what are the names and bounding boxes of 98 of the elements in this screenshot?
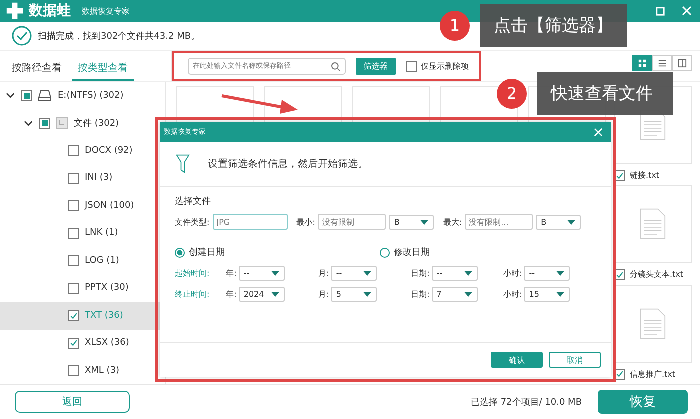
file-name: 链接.txt [630,170,660,181]
detail-view-button[interactable] [672,55,692,71]
tree-item[interactable]: XML (3) [85,366,120,376]
field-label: 年: [226,268,237,279]
app-logo: 数据蛙 [29,2,71,20]
close-icon[interactable] [594,128,603,136]
radio-label: 创建日期 [189,246,225,259]
caret-icon [420,220,430,224]
radio-button[interactable] [380,248,390,258]
chevron-icon[interactable] [24,118,33,128]
checkbox[interactable] [68,255,79,266]
tree-item[interactable]: INI (3) [85,173,113,184]
date-dropdown[interactable]: 5 [331,287,378,302]
maximize-icon[interactable] [656,6,665,16]
tree-item[interactable]: DOCX (92) [85,146,133,156]
checkbox[interactable] [68,338,79,349]
checkbox[interactable] [68,200,79,212]
document-icon [640,308,666,340]
scan-status: 扫描完成，找到302个文件共43.2 MB。 [38,30,200,42]
view-tab[interactable]: 按路径查看 [6,57,68,81]
funnel-icon [176,154,190,174]
tree-item[interactable]: 文件 (302) [74,116,120,130]
tree-item[interactable]: LOG (1) [85,256,120,266]
date-dropdown[interactable]: -- [524,266,570,281]
checkbox[interactable] [68,365,79,376]
field-label: 小时: [504,289,522,300]
step-badge: 2 [497,78,527,108]
checkbox[interactable] [21,90,32,102]
caret-icon [556,271,566,276]
grid-icon [638,58,646,68]
caret-icon [464,292,473,297]
checkbox[interactable] [68,145,79,156]
cancel-button[interactable]: 取消 [549,352,601,368]
caret-icon [556,292,566,297]
field-label: 文件类型: [175,216,210,228]
checkbox[interactable] [406,60,417,72]
field-label: 小时: [504,268,522,279]
section-title: 选择文件 [175,196,212,208]
checkbox[interactable] [68,172,79,184]
field-label: 月: [318,268,330,279]
checkbox[interactable] [68,310,79,322]
range-label: 起始时间: [175,268,211,279]
drive-icon [38,90,52,102]
app-subtitle: 数据恢复专家 [82,6,130,16]
field-label: 最小: [296,216,316,228]
caret-icon [363,271,372,276]
file-thumbnail[interactable] [614,284,692,363]
list-icon [658,58,666,68]
field-label: 日期: [411,289,430,300]
selection-summary: 已选择 72个项目/ 10.0 MB [470,396,582,408]
caret-icon [464,271,473,276]
date-dropdown[interactable]: -- [238,266,285,281]
checkbox[interactable] [68,282,79,294]
file-name: 信息推广.txt [630,368,676,380]
caret-icon [567,220,576,224]
tree-item[interactable]: PPTX (30) [85,283,129,294]
file-icon [56,117,68,130]
cross-logo-icon [6,2,24,20]
document-icon [640,208,666,240]
search-icon [331,62,341,72]
field-label: 最大: [443,216,462,228]
grid-view-button[interactable] [632,55,652,71]
checkbox-label: 仅显示删除项 [421,60,469,72]
max-size-field[interactable]: 没有限制... [465,214,534,230]
field-label: 日期: [411,268,430,279]
tree-item[interactable]: JSON (100) [85,200,134,211]
field-label: 年: [226,289,237,300]
date-dropdown[interactable]: -- [432,266,478,281]
detail-icon [678,58,686,68]
field-label: 月: [318,289,330,300]
dialog-intro: 设置筛选条件信息，然后开始筛选。 [208,158,368,171]
date-dropdown[interactable]: 15 [524,287,570,302]
caret-icon [270,271,280,276]
caret-icon [270,292,280,297]
caret-icon [363,292,372,297]
checkbox[interactable] [68,228,79,239]
view-tab[interactable]: 按类型查看 [72,57,134,81]
chevron-icon[interactable] [6,91,15,100]
date-dropdown[interactable]: 2024 [238,287,285,302]
tree-item[interactable]: E:(NTFS) (302) [58,90,124,101]
date-dropdown[interactable]: -- [331,266,378,281]
callout-tooltip: 快速查看文件 [537,72,673,115]
check-circle-icon [12,26,32,46]
range-label: 终止时间: [175,289,211,300]
callout-tooltip: 点击【筛选器】 [480,4,627,47]
date-dropdown[interactable]: 7 [432,287,478,302]
unit-dropdown[interactable]: B [389,214,434,230]
file-thumbnail[interactable] [614,185,692,264]
list-view-button[interactable] [652,55,672,71]
radio-label: 修改日期 [394,246,430,259]
radio-button[interactable] [175,248,185,258]
checkbox[interactable] [39,118,50,129]
close-icon[interactable] [682,6,692,16]
unit-dropdown[interactable]: B [536,214,582,230]
tree-item[interactable]: XLSX (36) [85,338,130,348]
file-name: 分镜头文本.txt [630,269,684,280]
min-size-field[interactable]: 没有限制 [318,214,386,230]
tree-item[interactable]: LNK (1) [85,228,118,238]
